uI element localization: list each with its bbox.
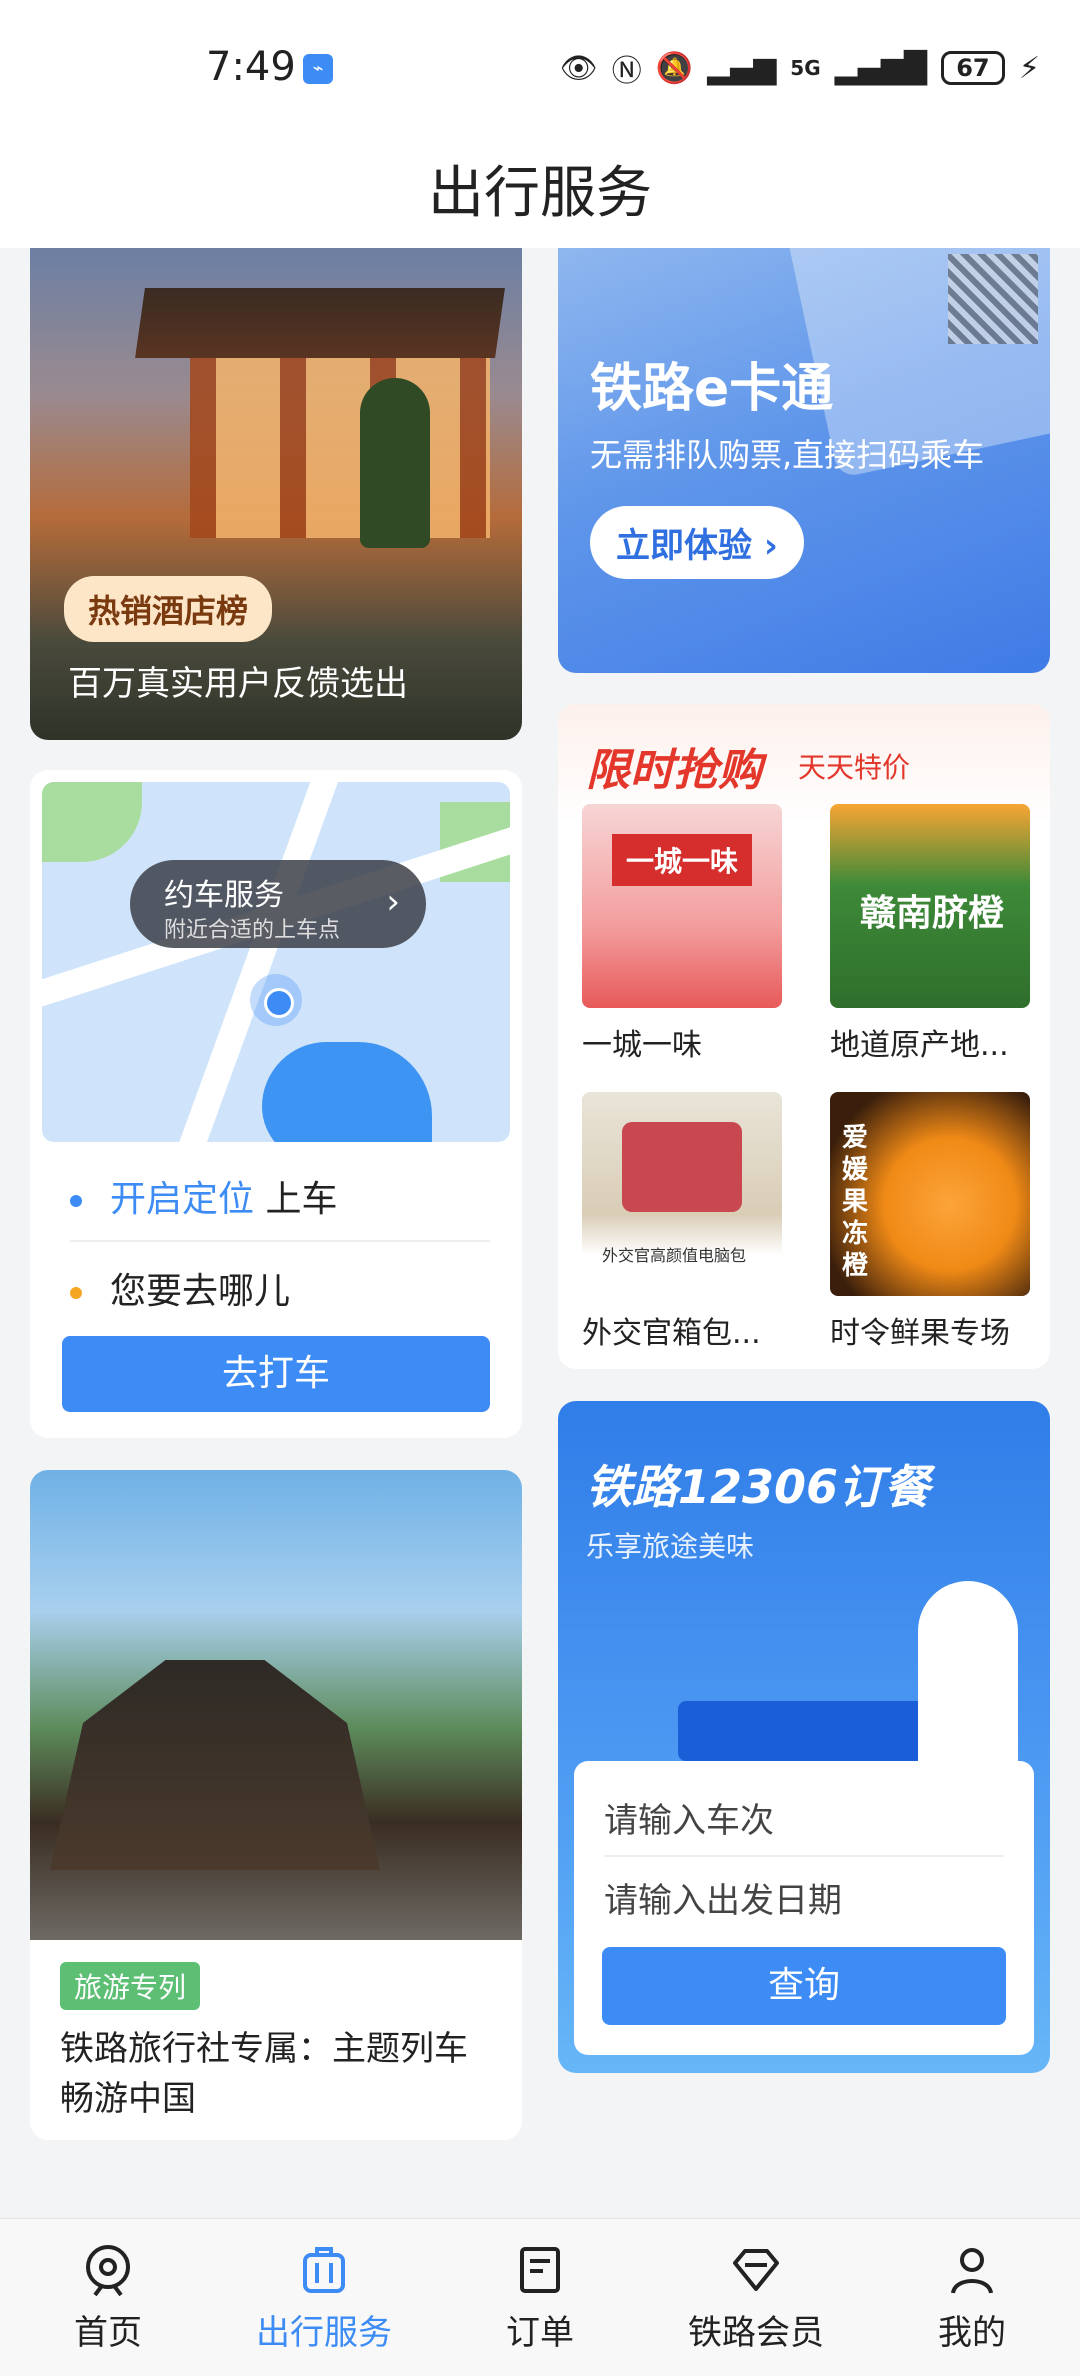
tour-tag: 旅游专列 [60,1962,201,2010]
product-name: 时令鲜果专场 [830,1316,1010,1351]
nfc-icon: Ⓝ [611,54,642,89]
ride-service-subtitle: 附近合适的上车点 [164,918,341,943]
location-dot-icon [250,974,302,1026]
product-name: 地道原产地... [830,1028,1009,1063]
tab-label: 我的 [938,2313,1006,2353]
daily-deal-tag[interactable]: 天天特价 [798,746,910,786]
product-name: 外交官箱包... [582,1316,761,1351]
meal-order-card[interactable]: 铁路12306订餐 乐享旅途美味 请输入车次 请输入出发日期 查询 [558,1401,1050,2073]
train-number-input[interactable]: 请输入车次 [604,1793,774,1842]
tab-label: 订单 [506,2313,574,2353]
query-button[interactable]: 查询 [602,1947,1006,2025]
try-now-label: 立即体验 [616,526,752,566]
signal-strong-icon: ▂▄▆█ [834,50,927,86]
product-image: 赣南脐橙 [830,804,1030,1008]
diamond-icon [733,2249,779,2291]
meal-title: 铁路12306订餐 [586,1460,931,1514]
destination-dot-icon [70,1287,82,1299]
order-icon [520,2247,560,2293]
signal-icon: ▂▄▆ [707,50,777,86]
pickup-row[interactable]: 开启定位 上车 [70,1170,337,1222]
hotel-badge: 热销酒店榜 [64,576,273,642]
product-item[interactable]: 赣南脐橙 地道原产地... [830,804,1040,1064]
hotel-building-image [190,358,490,538]
chevron-right-icon: › [386,882,400,922]
tab-travel-service[interactable]: 出行服务 [216,2219,432,2376]
network-label: 5G [790,56,821,80]
page-title: 出行服务 [428,161,652,226]
tab-membership[interactable]: 铁路会员 [648,2219,864,2376]
qr-code-icon [948,254,1038,344]
page-header: 出行服务 [0,130,1080,248]
divider [70,1240,490,1242]
product-item[interactable]: 爱媛果冻橙 时令鲜果专场 [830,1092,1040,1352]
product-image-text: 一城一味 [612,834,753,886]
tab-home[interactable]: 首页 [0,2219,216,2376]
destination-placeholder: 您要去哪儿 [110,1271,291,1312]
departure-date-input[interactable]: 请输入出发日期 [604,1873,842,1922]
tab-label: 首页 [74,2313,142,2353]
pickup-dot-icon [70,1195,82,1207]
product-image-text: 外交官高颜值电脑包 [602,1246,747,1265]
try-now-button[interactable]: 立即体验 › [590,506,804,579]
bottom-tab-bar: 首页 出行服务 订单 铁路会员 我的 [0,2218,1080,2376]
hotel-roof-image [135,288,505,358]
rail-ecard-banner[interactable]: 铁路e卡通 无需排队购票,直接扫码乘车 立即体验 › [558,248,1050,673]
ride-hailing-card[interactable]: 约车服务 附近合适的上车点 › 开启定位 上车 您要去哪儿 去打车 [30,770,522,1438]
charging-icon: ⚡ [1018,50,1040,86]
tour-description: 铁路旅行社专属：主题列车畅游中国 [60,2029,468,2119]
mute-icon: 🔕 [655,50,694,86]
hotel-ranking-card[interactable]: 热销酒店榜 百万真实用户反馈选出 [30,248,522,740]
train-icon [86,2245,130,2297]
drum-tower-image [50,1660,380,1870]
map-view[interactable]: 约车服务 附近合适的上车点 › [42,782,510,1142]
status-icons: 👁 Ⓝ 🔕 ▂▄▆ 5G ▂▄▆█ 67 ⚡ [559,48,1040,90]
tab-label: 铁路会员 [688,2313,824,2353]
hotel-subtitle: 百万真实用户反馈选出 [68,664,408,704]
suitcase-icon [303,2247,345,2293]
ride-service-title: 约车服务 [164,878,284,913]
ride-service-bubble[interactable]: 约车服务 附近合适的上车点 › [130,860,426,948]
usb-icon: ⌁ [303,54,333,84]
meal-search-form: 请输入车次 请输入出发日期 查询 [574,1761,1034,2055]
meal-subtitle: 乐享旅途美味 [586,1530,755,1563]
bag-image [622,1122,742,1212]
destination-row[interactable]: 您要去哪儿 [70,1262,290,1314]
product-image: 一城一味 [582,804,782,1008]
tour-train-card[interactable]: 旅游专列 铁路旅行社专属：主题列车畅游中国 [30,1470,522,2140]
tab-profile[interactable]: 我的 [864,2219,1080,2376]
ecard-subtitle: 无需排队购票,直接扫码乘车 [590,436,985,474]
tab-label: 出行服务 [256,2313,392,2353]
chevron-right-icon: › [763,526,778,566]
status-bar: 7:49 ⌁ 👁 Ⓝ 🔕 ▂▄▆ 5G ▂▄▆█ 67 ⚡ [0,0,1080,130]
attendant-illustration [918,1581,1018,1781]
product-item[interactable]: 外交官高颜值电脑包 外交官箱包... [582,1092,792,1352]
tour-image [30,1470,522,1940]
food-counter-image [678,1701,958,1761]
hotel-tree-image [360,378,430,548]
product-image-text: 赣南脐橙 [860,893,1005,934]
pickup-suffix: 上车 [265,1179,338,1220]
ecard-title: 铁路e卡通 [590,359,834,419]
map-lake [262,1042,432,1142]
call-taxi-button[interactable]: 去打车 [62,1336,490,1412]
eye-icon: 👁 [559,50,598,86]
product-name: 一城一味 [582,1028,702,1063]
battery-indicator: 67 [940,51,1005,85]
enable-location-link[interactable]: 开启定位 [110,1179,254,1220]
content-area[interactable]: 热销酒店榜 百万真实用户反馈选出 铁路e卡通 无需排队购票,直接扫码乘车 立即体… [0,248,1080,2218]
product-image-text: 爱媛果冻橙 [842,1123,869,1281]
product-image: 外交官高颜值电脑包 [582,1092,782,1296]
tab-orders[interactable]: 订单 [432,2219,648,2376]
map-park-area [42,782,142,862]
product-item[interactable]: 一城一味 一城一味 [582,804,792,1064]
flash-sale-title: 限时抢购 [586,745,762,796]
product-image: 爱媛果冻橙 [830,1092,1030,1296]
status-time: 7:49 [206,44,296,90]
flash-sale-card[interactable]: 限时抢购 天天特价 一城一味 一城一味 赣南脐橙 地道原产地... 外交官高颜值… [558,704,1050,1369]
divider [604,1855,1004,1857]
profile-icon [951,2248,993,2294]
